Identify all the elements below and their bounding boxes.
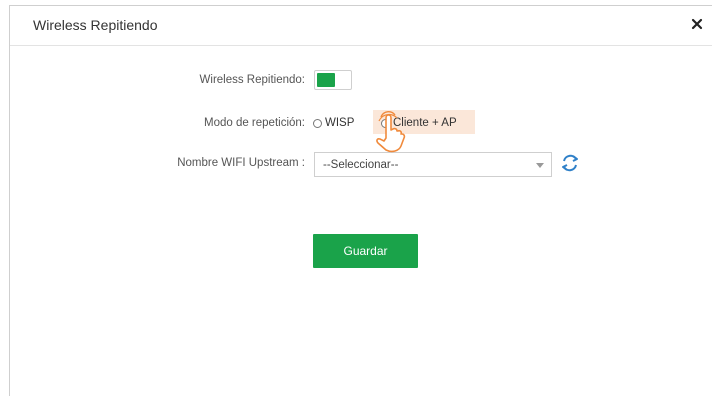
refresh-icon[interactable] [559, 152, 581, 174]
radio-circle-icon [313, 118, 322, 128]
radio-wisp[interactable]: WISP [313, 117, 354, 129]
pointer-hand-icon [368, 110, 408, 154]
toggle-on-indicator [317, 73, 335, 87]
wireless-repeating-toggle[interactable] [314, 70, 352, 90]
upstream-wifi-select[interactable]: --Seleccionar-- [314, 152, 552, 177]
chevron-down-icon [536, 163, 544, 168]
repeat-mode-label: Modo de repetición: [203, 117, 305, 129]
dialog-title: Wireless Repitiendo [33, 17, 158, 33]
dialog-header: Wireless Repitiendo [10, 6, 712, 46]
close-icon[interactable] [688, 15, 706, 33]
wireless-repeating-dialog: Wireless Repitiendo Wireless Repitiendo:… [9, 5, 712, 396]
wireless-repeating-label: Wireless Repitiendo: [199, 74, 305, 86]
upstream-wifi-label: Nombre WIFI Upstream : [177, 157, 305, 169]
radio-wisp-label: WISP [325, 117, 355, 129]
save-button[interactable]: Guardar [313, 234, 418, 268]
upstream-wifi-value: --Seleccionar-- [323, 159, 399, 171]
